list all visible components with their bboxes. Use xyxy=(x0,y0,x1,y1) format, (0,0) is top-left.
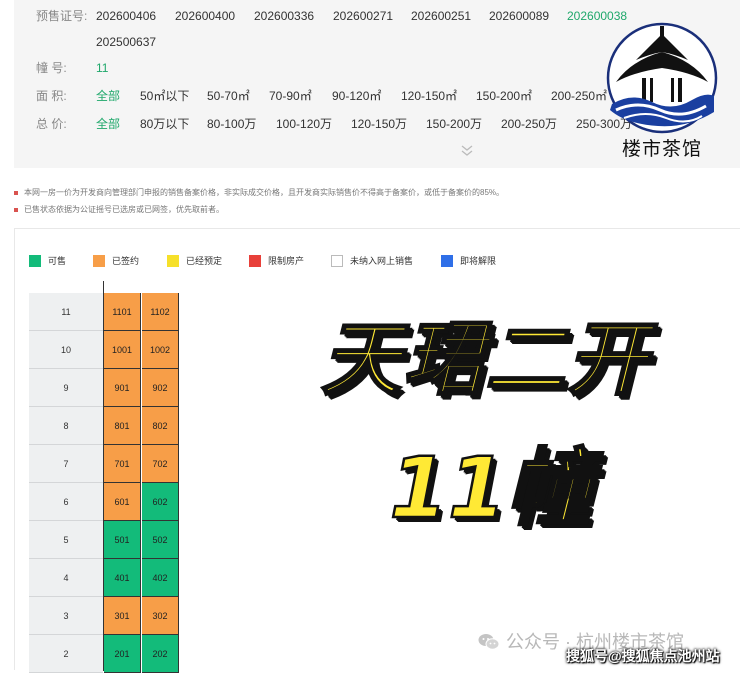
unit-cell[interactable]: 601 xyxy=(104,483,141,521)
permit-option[interactable]: 202600271 xyxy=(333,5,393,27)
area-label: 面 积: xyxy=(36,89,67,103)
unit-cell[interactable]: 1002 xyxy=(142,331,179,369)
floor-label: 3 xyxy=(29,597,103,635)
area-option[interactable]: 70-90㎡ xyxy=(269,85,312,107)
unit-cell[interactable]: 402 xyxy=(142,559,179,597)
area-option[interactable]: 全部 xyxy=(96,85,120,107)
legend-swatch xyxy=(331,255,343,267)
price-option[interactable]: 120-150万 xyxy=(351,113,407,135)
legend-label: 限制房产 xyxy=(268,256,305,266)
permit-option[interactable]: 202600336 xyxy=(254,5,314,27)
unit-cell[interactable]: 301 xyxy=(104,597,141,635)
unit-cell[interactable]: 1001 xyxy=(104,331,141,369)
floor-label: 8 xyxy=(29,407,103,445)
legend-label: 已签约 xyxy=(112,256,140,266)
price-option[interactable]: 80万以下 xyxy=(140,113,189,135)
logo-text: 楼市茶馆 xyxy=(621,138,702,160)
pagoda-wave-icon xyxy=(606,22,718,134)
unit-cell[interactable]: 702 xyxy=(142,445,179,483)
unit-cell[interactable]: 1102 xyxy=(142,293,179,331)
floor-label: 7 xyxy=(29,445,103,483)
unit-cell[interactable]: 802 xyxy=(142,407,179,445)
area-option[interactable]: 120-150㎡ xyxy=(401,85,457,107)
unit-cell[interactable]: 202 xyxy=(142,635,179,673)
note-price: 本网一房一价为开发商向管理部门申报的销售备案价格，非实际成交价格，且开发商实际销… xyxy=(14,184,504,201)
area-option[interactable]: 90-120㎡ xyxy=(332,85,381,107)
permit-option[interactable]: 202600089 xyxy=(489,5,549,27)
floor-label: 5 xyxy=(29,521,103,559)
floor-label: 4 xyxy=(29,559,103,597)
expand-chevron-icon[interactable] xyxy=(460,144,474,158)
sohu-watermark: 搜狐号@搜狐焦点池州站 xyxy=(566,648,720,664)
promo-building: 11幢 xyxy=(388,438,591,539)
unit-cell[interactable]: 901 xyxy=(104,369,141,407)
price-option[interactable]: 100-120万 xyxy=(276,113,332,135)
permit-option[interactable]: 202600406 xyxy=(96,5,156,27)
legend-label: 已经预定 xyxy=(186,256,223,266)
price-option[interactable]: 200-250万 xyxy=(501,113,557,135)
price-label: 总 价: xyxy=(36,117,67,131)
building-label: 幢 号: xyxy=(36,61,67,75)
wechat-icon xyxy=(478,634,500,650)
unit-cell[interactable]: 201 xyxy=(104,635,141,673)
teahouse-logo: 楼市茶馆 xyxy=(602,22,722,162)
unit-status-grid: 可售 已签约 已经预定 限制房产 未纳入网上销售 即将解限 11 1101 1102 10 100… xyxy=(14,228,740,673)
note-status: 已售状态依据为公证摇号已选房或已网签，优先取前者。 xyxy=(14,201,504,218)
floor-label: 9 xyxy=(29,369,103,407)
legend-swatch xyxy=(167,255,179,267)
area-option[interactable]: 150-200㎡ xyxy=(476,85,532,107)
building-option[interactable]: 11 xyxy=(96,57,108,79)
legend-label: 可售 xyxy=(48,256,67,266)
area-option[interactable]: 50㎡以下 xyxy=(140,85,189,107)
unit-cell[interactable]: 801 xyxy=(104,407,141,445)
legend-swatch xyxy=(249,255,261,267)
area-option[interactable]: 200-250㎡ xyxy=(551,85,607,107)
legend-label: 未纳入网上销售 xyxy=(350,256,414,266)
price-option[interactable]: 80-100万 xyxy=(207,113,256,135)
floor-label: 6 xyxy=(29,483,103,521)
legend-label: 即将解限 xyxy=(460,256,497,266)
promo-title: 天珺二开 xyxy=(320,312,649,408)
permit-option[interactable]: 202500637 xyxy=(96,31,156,53)
disclaimer-notes: 本网一房一价为开发商向管理部门申报的销售备案价格，非实际成交价格，且开发商实际销… xyxy=(14,184,504,218)
legend-swatch xyxy=(29,255,41,267)
floor-label: 2 xyxy=(29,635,103,673)
permit-label: 预售证号: xyxy=(36,9,88,23)
price-option[interactable]: 全部 xyxy=(96,113,120,135)
legend-swatch xyxy=(441,255,453,267)
unit-cell[interactable]: 1101 xyxy=(104,293,141,331)
unit-cell[interactable]: 502 xyxy=(142,521,179,559)
permit-option[interactable]: 202600251 xyxy=(411,5,471,27)
unit-cell[interactable]: 602 xyxy=(142,483,179,521)
floor-label: 11 xyxy=(29,293,103,331)
floor-label: 10 xyxy=(29,331,103,369)
price-option[interactable]: 150-200万 xyxy=(426,113,482,135)
unit-cell[interactable]: 501 xyxy=(104,521,141,559)
grid-left-line xyxy=(103,281,104,671)
permit-option[interactable]: 202600400 xyxy=(175,5,235,27)
unit-cell[interactable]: 902 xyxy=(142,369,179,407)
legend-swatch xyxy=(93,255,105,267)
unit-cell[interactable]: 701 xyxy=(104,445,141,483)
area-option[interactable]: 50-70㎡ xyxy=(207,85,250,107)
unit-cell[interactable]: 302 xyxy=(142,597,179,635)
unit-cell[interactable]: 401 xyxy=(104,559,141,597)
